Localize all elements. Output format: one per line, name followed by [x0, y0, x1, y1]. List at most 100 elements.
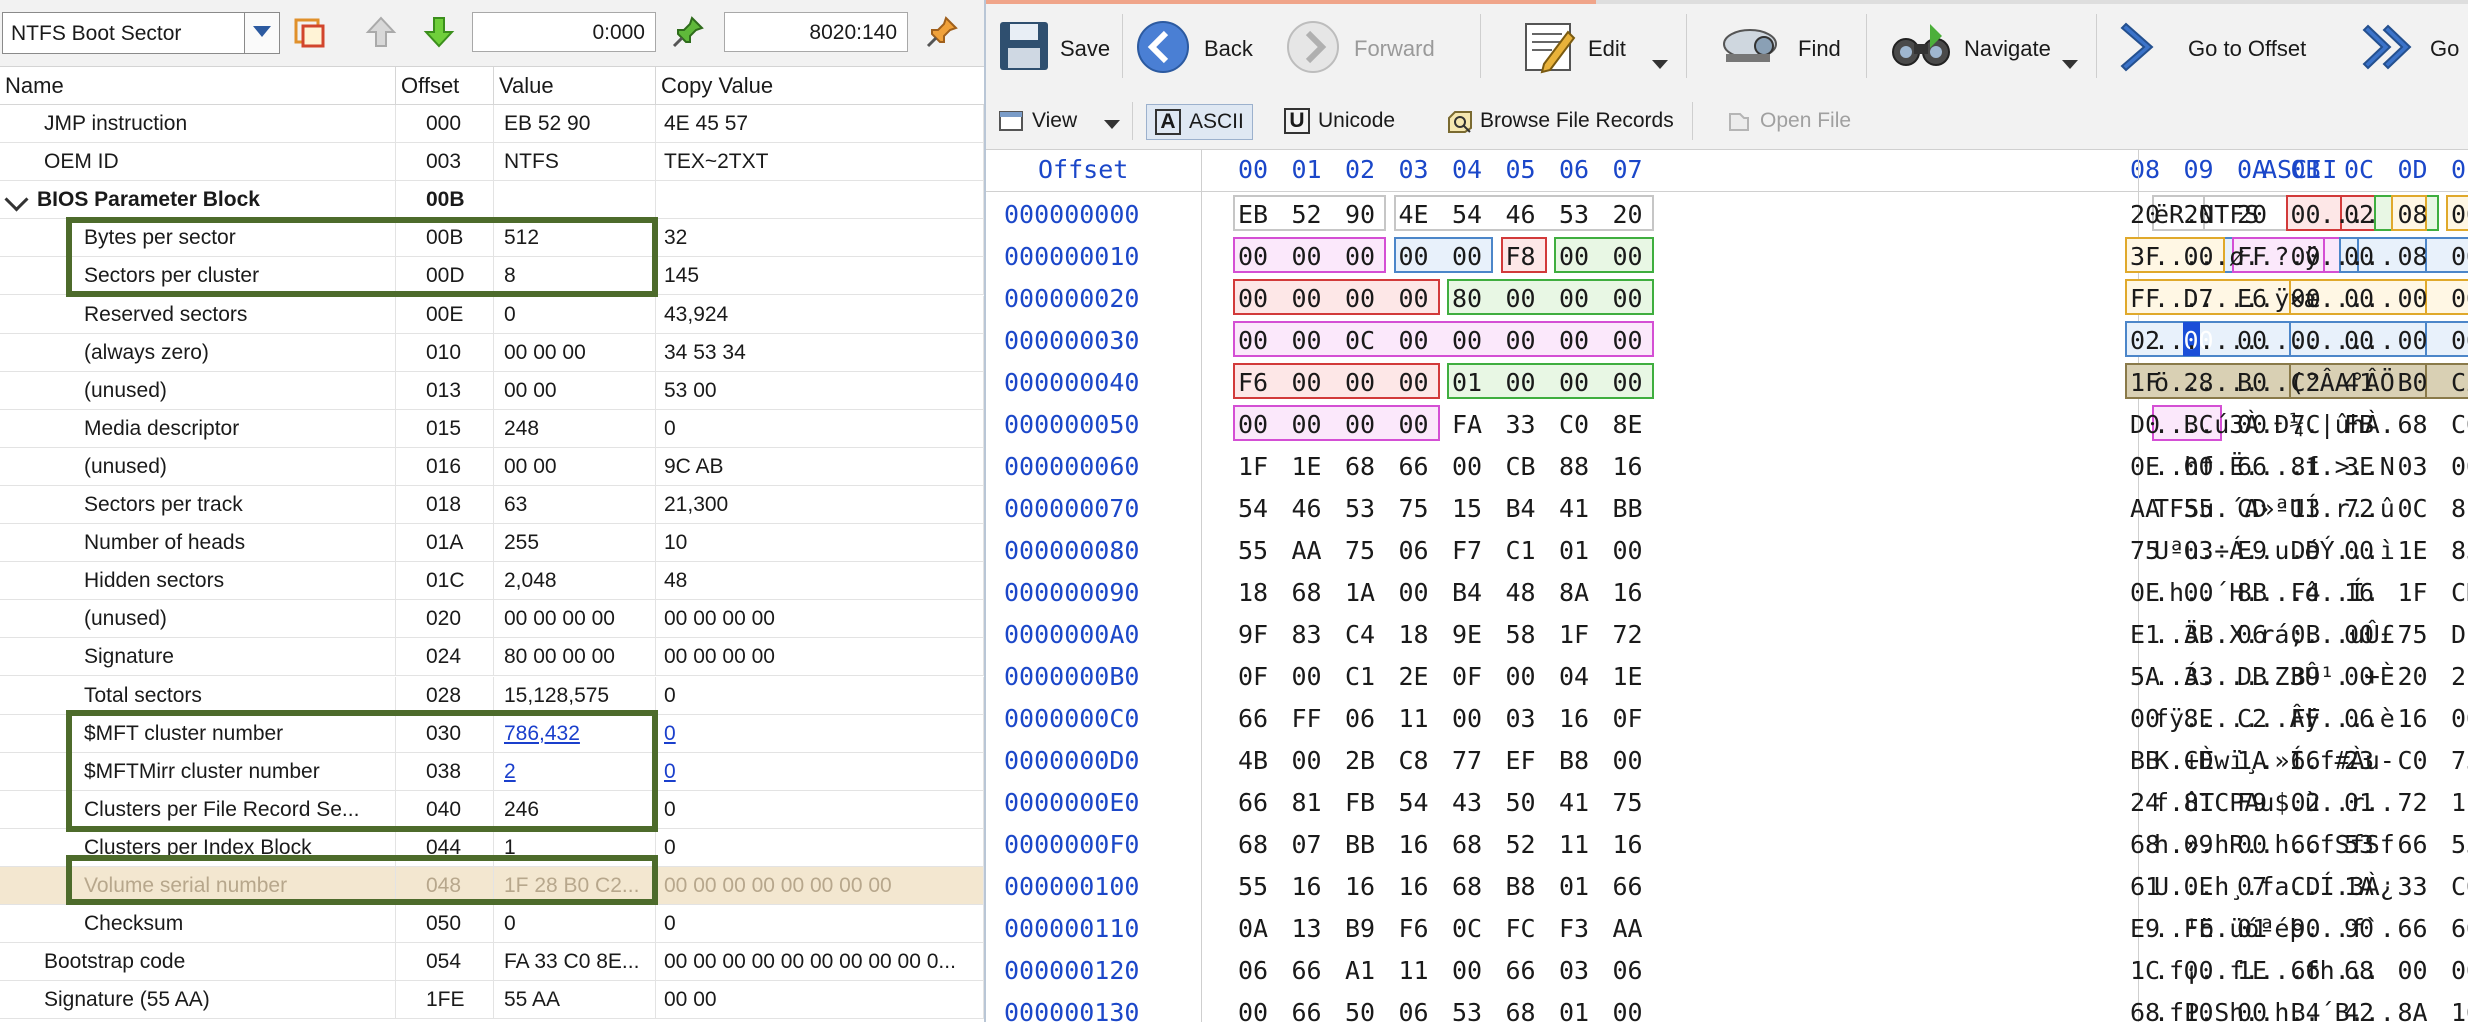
ascii-text[interactable]: ..Ä..X.rá;...uÛ£ [2154, 620, 2395, 649]
hex-byte[interactable]: 16 [1613, 452, 1643, 481]
hex-byte[interactable]: 68 [1452, 872, 1482, 901]
hex-byte[interactable]: 75 [1399, 494, 1429, 523]
column-header-copy-value[interactable]: Copy Value [656, 67, 984, 104]
hex-byte[interactable]: 20 [1613, 200, 1643, 229]
hex-byte[interactable]: 00 [1613, 242, 1643, 271]
hex-byte[interactable]: 00 [1506, 326, 1536, 355]
hex-byte[interactable]: 66 [1399, 452, 1429, 481]
hex-row[interactable]: 0000000C066FF06110003160F008EC2FF061600E… [986, 696, 2468, 738]
hex-byte[interactable]: 00 [1506, 662, 1536, 691]
hex-byte[interactable]: 16 [1613, 578, 1643, 607]
hex-byte[interactable]: 00 [1238, 242, 1268, 271]
hex-byte[interactable]: 66 [1238, 704, 1268, 733]
hex-byte[interactable]: F8 [1506, 242, 1536, 271]
ascii-text[interactable]: h.».hR..h..fSfSf [2154, 830, 2395, 859]
hex-byte[interactable]: 16 [1613, 830, 1643, 859]
hex-byte[interactable]: 52 [1506, 830, 1536, 859]
hex-byte[interactable]: 66 [1613, 872, 1643, 901]
hex-byte[interactable]: 00 [1292, 662, 1322, 691]
hex-row[interactable]: 0000000601F1E686600CB88160E0066813E03004… [986, 444, 2468, 486]
hex-byte[interactable]: 11 [1399, 704, 1429, 733]
hex-byte[interactable]: 00 [1238, 998, 1268, 1027]
hex-byte[interactable]: 0C [1345, 326, 1375, 355]
hex-row[interactable]: 000000040F6000000010000001F28B0C241B0C2D… [986, 360, 2468, 402]
hex-byte[interactable]: C2 [2451, 368, 2468, 397]
hex-row[interactable]: 0000000A09F83C4189E581F72E13B060B0075DBA… [986, 612, 2468, 654]
hex-byte[interactable]: B4 [1506, 494, 1536, 523]
edit-dropdown-icon[interactable] [1652, 60, 1668, 69]
hex-byte[interactable]: 48 [1506, 578, 1536, 607]
hex-byte[interactable]: 00 [1292, 410, 1322, 439]
hex-byte[interactable]: 00 [1452, 956, 1482, 985]
hex-byte[interactable]: 33 [1506, 410, 1536, 439]
hex-byte[interactable]: 00 [1292, 746, 1322, 775]
hex-byte[interactable]: 00 [1399, 284, 1429, 313]
hex-byte[interactable]: 1E [2398, 536, 2428, 565]
hex-byte[interactable]: 54 [1238, 494, 1268, 523]
to-offset-field[interactable]: 8020:140 [724, 12, 908, 52]
hex-byte[interactable]: 13 [1292, 914, 1322, 943]
hex-byte[interactable]: 00 [1506, 284, 1536, 313]
hex-byte[interactable]: 55 [1238, 872, 1268, 901]
hex-byte[interactable]: 00 [1292, 242, 1322, 271]
ascii-text[interactable]: ................ [2154, 326, 2395, 355]
structure-row[interactable]: Signature 024 80 00 00 00 00 00 00 00 [0, 638, 984, 677]
hex-byte[interactable]: 00 [1613, 536, 1643, 565]
hex-byte[interactable]: 83 [1292, 620, 1322, 649]
hex-byte[interactable]: B8 [1506, 872, 1536, 901]
hex-byte[interactable]: 06 [1345, 704, 1375, 733]
hex-byte[interactable]: 66 [2398, 914, 2428, 943]
hex-byte[interactable]: 00 [2451, 200, 2468, 229]
hex-byte[interactable]: 1E [1613, 662, 1643, 691]
hex-byte[interactable]: 16 [1399, 872, 1429, 901]
hex-byte[interactable]: 53 [1559, 200, 1589, 229]
column-header-name[interactable]: Name [0, 67, 396, 104]
hex-byte[interactable]: 0C [2398, 494, 2428, 523]
hex-byte[interactable]: 00 [2451, 242, 2468, 271]
hex-byte[interactable]: 18 [1238, 578, 1268, 607]
hex-byte[interactable]: 68 [1292, 578, 1322, 607]
hex-byte[interactable]: 53 [1452, 998, 1482, 1027]
hex-byte[interactable]: 58 [1506, 620, 1536, 649]
ascii-text[interactable]: ëR.NTFS .... [2154, 200, 2380, 229]
hex-byte[interactable]: 66 [1506, 956, 1536, 985]
hex-byte[interactable]: B4 [1452, 578, 1482, 607]
ascii-text[interactable]: f.ûTCPAu$.ù..r.. [2154, 788, 2395, 817]
hex-byte[interactable]: 50 [1506, 788, 1536, 817]
hex-byte[interactable]: 00 [1613, 284, 1643, 313]
structure-row[interactable]: (unused) 013 00 00 53 00 [0, 371, 984, 410]
hex-byte[interactable]: 01 [1559, 536, 1589, 565]
hex-byte[interactable]: 00 [1559, 368, 1589, 397]
hex-byte[interactable]: 03 [1506, 704, 1536, 733]
structure-row[interactable]: OEM ID 003 NTFS TEX~2TXT [0, 143, 984, 182]
hex-byte[interactable]: 06 [1399, 998, 1429, 1027]
back-button[interactable]: Back [1136, 12, 1276, 80]
copy-structure-icon[interactable] [290, 12, 328, 52]
hex-byte[interactable]: FC [1506, 914, 1536, 943]
hex-byte[interactable]: 8A [1559, 578, 1589, 607]
hex-row[interactable]: 0000000F06807BB1668521116680900665366536… [986, 822, 2468, 864]
hex-byte[interactable]: 15 [1452, 494, 1482, 523]
hex-byte[interactable]: 53 [1345, 494, 1375, 523]
hex-byte[interactable]: 0F [1613, 704, 1643, 733]
hex-byte[interactable]: 00 [1345, 410, 1375, 439]
hex-row[interactable]: 0000001005516161668B80166610E07CD1A33C0B… [986, 864, 2468, 906]
hex-row[interactable]: 0000001300066500653680100681000B4428A160… [986, 990, 2468, 1032]
hex-byte[interactable]: B8 [1559, 746, 1589, 775]
hex-row[interactable]: 00000005000000000FA33C08ED0BC007CFB68C00… [986, 402, 2468, 444]
hex-byte[interactable]: 1F [2398, 578, 2428, 607]
hex-byte[interactable]: 00 [1452, 242, 1482, 271]
hex-byte[interactable]: 41 [1559, 788, 1589, 817]
hex-byte[interactable]: A1 [1345, 956, 1375, 985]
browse-file-records-button[interactable]: Browse File Records [1446, 104, 1674, 138]
hex-byte[interactable]: C8 [1399, 746, 1429, 775]
hex-byte[interactable]: DB [2451, 620, 2468, 649]
structure-row[interactable]: Reserved sectors 00E 0 43,924 [0, 295, 984, 334]
hex-byte[interactable]: 77 [1452, 746, 1482, 775]
hex-row[interactable]: 0000000B00F00C12E0F00041E5A33DBB900202BC… [986, 654, 2468, 696]
navigate-dropdown-icon[interactable] [2062, 60, 2078, 69]
open-file-button[interactable]: Open File [1726, 104, 1851, 138]
hex-byte[interactable]: 06 [1399, 536, 1429, 565]
hex-byte[interactable]: 2E [1399, 662, 1429, 691]
ascii-text[interactable]: ..¹ö.üóªéþ...f`. [2154, 914, 2395, 943]
